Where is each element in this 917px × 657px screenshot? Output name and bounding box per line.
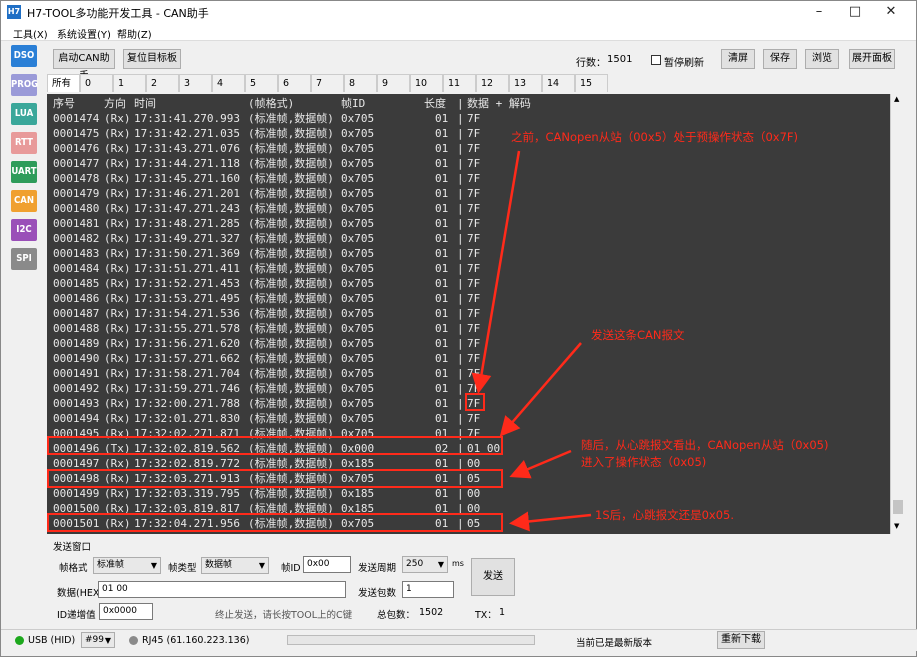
- app-window: H7 H7-TOOL多功能开发工具 - CAN助手 – □ ✕ 工具(X) 系统…: [0, 0, 917, 657]
- annotation-heartbeat: 1S后，心跳报文还是0x05.: [595, 508, 735, 522]
- period-unit: ms: [452, 559, 464, 568]
- total-packets-value: 1502: [419, 607, 444, 618]
- period-label: 发送周期: [358, 563, 397, 574]
- id-increment-input[interactable]: 0x0000: [99, 603, 153, 620]
- send-count-label: 发送包数: [358, 588, 397, 599]
- total-packets-label: 总包数：: [377, 610, 416, 621]
- redownload-button[interactable]: 重新下载: [717, 631, 765, 649]
- chevron-down-icon: ▼: [150, 561, 157, 570]
- stop-send-hint: 终止发送，请长按TOOL上的C键: [215, 610, 353, 621]
- frame-id-input[interactable]: 0x00: [303, 556, 351, 573]
- rj45-status: RJ45 (61.160.223.136): [142, 635, 250, 646]
- progress-bar: [287, 635, 535, 645]
- status-bar: USB (HID) #99 ▼ RJ45 (61.160.223.136) 当前已…: [1, 629, 917, 651]
- frame-type-label: 帧类型: [168, 563, 197, 574]
- data-hex-input[interactable]: 01 00: [98, 581, 346, 598]
- arrow-to-7f: [471, 150, 521, 394]
- arrow-to-1498: [509, 449, 572, 479]
- chevron-down-icon: ▼: [258, 561, 265, 570]
- annotation-op-state: 随后，从心跳报文看出，CANopen从站（0x05) 进入了操作状态（0x05): [581, 438, 829, 469]
- rj45-status-icon: [129, 636, 138, 645]
- annotation-preop-state: 之前，CANopen从站（00x5）处于预操作状态（0x7F): [511, 130, 798, 144]
- frame-id-label: 帧ID: [281, 563, 301, 574]
- data-hex-label: 数据(HEX): [57, 588, 104, 599]
- frame-type-select[interactable]: 数据帧 ▼: [201, 557, 269, 574]
- arrow-to-tx: [499, 342, 582, 437]
- usb-status: USB (HID): [28, 635, 76, 646]
- tx-count-value: 1: [499, 607, 506, 618]
- arrow-to-1501: [509, 511, 592, 532]
- chevron-down-icon: ▼: [104, 636, 111, 645]
- send-group-title: 发送窗口: [53, 542, 92, 553]
- send-panel: 发送窗口 帧格式 标准帧 ▼ 帧类型 数据帧 ▼ 帧ID 0x00 发送周期 250…: [47, 537, 904, 627]
- chevron-down-icon: ▼: [437, 560, 444, 569]
- frame-format-label: 帧格式: [59, 563, 88, 574]
- send-button[interactable]: 发送: [471, 558, 515, 596]
- version-status: 当前已是最新版本: [576, 638, 653, 649]
- id-increment-label: ID递增值: [57, 610, 96, 621]
- usb-status-icon: [15, 636, 24, 645]
- period-select[interactable]: 250 ▼: [402, 556, 448, 573]
- tx-count-label: TX：: [475, 610, 497, 621]
- frame-format-select[interactable]: 标准帧 ▼: [93, 557, 161, 574]
- send-count-input[interactable]: 1: [402, 581, 454, 598]
- annotation-send-msg: 发送这条CAN报文: [591, 328, 685, 342]
- device-select[interactable]: #99 ▼: [81, 632, 115, 648]
